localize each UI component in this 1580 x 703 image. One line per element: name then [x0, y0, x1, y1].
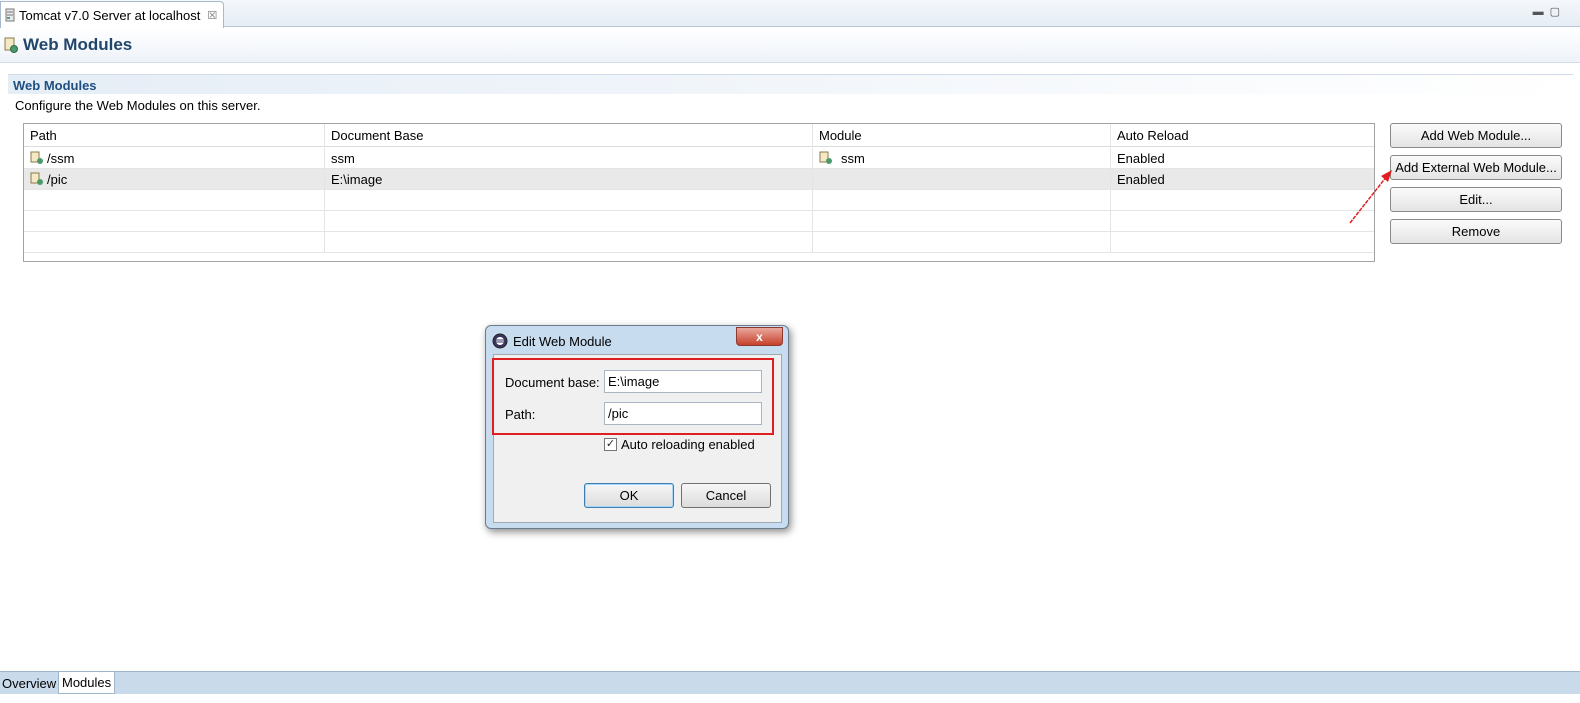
- table-row[interactable]: /ssm ssm ssm Enabled: [24, 148, 1374, 169]
- auto-reload-cell: Enabled: [1117, 171, 1165, 187]
- path-value: /pic: [47, 171, 68, 187]
- ok-button[interactable]: OK: [584, 483, 674, 508]
- tab-overview[interactable]: Overview: [0, 672, 58, 694]
- project-icon: [819, 151, 832, 164]
- eclipse-icon: [492, 333, 508, 349]
- tab-modules[interactable]: Modules: [58, 672, 116, 694]
- web-module-icon: [30, 151, 43, 164]
- section-description: Configure the Web Modules on this server…: [15, 98, 261, 113]
- page-header: Web Modules: [0, 28, 1580, 63]
- document-base-cell: ssm: [325, 148, 813, 168]
- column-header-path[interactable]: Path: [24, 124, 325, 146]
- module-value: ssm: [841, 150, 865, 166]
- table-row[interactable]: /pic E:\image Enabled: [24, 169, 1374, 190]
- module-cell: [813, 169, 1111, 189]
- section-title[interactable]: Web Modules: [13, 78, 97, 93]
- web-module-icon: [4, 37, 18, 53]
- remove-button[interactable]: Remove: [1390, 219, 1562, 244]
- server-icon: [5, 8, 15, 22]
- web-module-icon: [30, 172, 43, 185]
- empty-row: [24, 211, 1374, 232]
- module-cell: ssm: [813, 148, 1111, 168]
- minimize-icon[interactable]: ▬: [1533, 6, 1550, 18]
- maximize-icon[interactable]: ▢: [1550, 6, 1566, 18]
- auto-reload-checkbox[interactable]: ✓ Auto reloading enabled: [604, 437, 755, 452]
- cancel-button[interactable]: Cancel: [681, 483, 771, 508]
- edit-button[interactable]: Edit...: [1390, 187, 1562, 212]
- path-value: /ssm: [47, 150, 75, 166]
- window-controls[interactable]: ▬▢: [1533, 5, 1566, 18]
- path-cell: /ssm: [24, 148, 325, 168]
- section-bar: [8, 74, 1573, 94]
- empty-row: [24, 190, 1374, 211]
- close-tab-icon[interactable]: ☒: [207, 9, 217, 22]
- checkmark-icon[interactable]: ✓: [604, 438, 617, 451]
- close-icon[interactable]: x: [736, 327, 783, 346]
- editor-tab-bar: Tomcat v7.0 Server at localhost ☒ ▬▢: [0, 0, 1580, 28]
- add-web-module-button[interactable]: Add Web Module...: [1390, 123, 1562, 148]
- dialog-titlebar[interactable]: Edit Web Module: [492, 331, 612, 351]
- column-header-module[interactable]: Module: [813, 124, 1111, 146]
- tab-label: Tomcat v7.0 Server at localhost: [19, 7, 201, 23]
- web-modules-table: Path Document Base Module Auto Reload /s…: [23, 123, 1375, 262]
- tab-tomcat-server[interactable]: Tomcat v7.0 Server at localhost ☒: [0, 1, 224, 28]
- document-base-cell: E:\image: [325, 169, 813, 189]
- dialog-title: Edit Web Module: [513, 333, 612, 349]
- column-header-auto-reload[interactable]: Auto Reload: [1111, 124, 1374, 146]
- auto-reload-cell: Enabled: [1117, 150, 1165, 166]
- page-title: Web Modules: [23, 35, 133, 54]
- auto-reload-label: Auto reloading enabled: [621, 437, 755, 452]
- table-header: Path Document Base Module Auto Reload: [24, 124, 1374, 147]
- empty-row: [24, 232, 1374, 253]
- annotation-highlight-box: [492, 358, 774, 435]
- add-external-web-module-button[interactable]: Add External Web Module...: [1390, 155, 1562, 180]
- column-header-document-base[interactable]: Document Base: [325, 124, 813, 146]
- editor-page-tabs: Overview Modules: [0, 671, 1580, 694]
- annotation-arrow-icon: [1349, 170, 1392, 224]
- path-cell: /pic: [24, 169, 325, 189]
